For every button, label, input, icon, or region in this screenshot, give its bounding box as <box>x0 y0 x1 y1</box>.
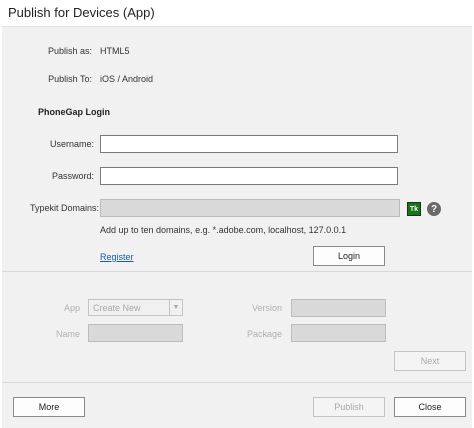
help-icon-text: ? <box>430 203 438 215</box>
name-input[interactable] <box>88 324 183 342</box>
next-button[interactable]: Next <box>394 351 466 371</box>
publish-button[interactable]: Publish <box>313 397 385 417</box>
title-bar: Publish for Devices (App) <box>0 0 474 26</box>
publish-as-label: Publish as: <box>47 46 92 56</box>
version-label: Version <box>251 303 282 313</box>
password-input[interactable] <box>100 167 398 185</box>
publish-to-label: Publish To: <box>48 74 92 84</box>
publish-to-value: iOS / Android <box>100 74 154 84</box>
typekit-hint-text: Add up to ten domains, e.g. *.adobe.com,… <box>100 225 347 235</box>
more-button[interactable]: More <box>13 397 85 417</box>
chevron-down-icon: ▼ <box>169 300 182 315</box>
username-label: Username: <box>49 139 94 149</box>
app-select-value: Create New <box>93 302 141 313</box>
typekit-icon-text: Tk <box>409 205 419 213</box>
login-button[interactable]: Login <box>313 246 385 266</box>
help-icon[interactable]: ? <box>427 202 441 216</box>
package-input[interactable] <box>291 324 386 342</box>
username-input[interactable] <box>100 135 398 153</box>
app-select[interactable]: Create New ▼ <box>88 299 183 316</box>
app-settings-panel: App Create New ▼ Name Version Package Ne… <box>2 271 472 382</box>
phonegap-login-heading: PhoneGap Login <box>38 107 110 117</box>
publish-as-value: HTML5 <box>100 46 130 56</box>
typekit-domains-label: Typekit Domains: <box>29 203 99 213</box>
password-label: Password: <box>51 171 94 181</box>
window-title: Publish for Devices (App) <box>8 5 155 20</box>
package-label: Package <box>246 329 282 339</box>
name-label: Name <box>55 329 80 339</box>
version-input[interactable] <box>291 299 386 317</box>
app-label: App <box>63 303 80 313</box>
register-link[interactable]: Register <box>100 252 134 262</box>
dialog-footer: More Publish Close <box>2 382 472 428</box>
typekit-icon[interactable]: Tk <box>407 202 421 216</box>
typekit-domains-input[interactable] <box>100 199 400 217</box>
publish-settings-panel: Publish as: HTML5 Publish To: iOS / Andr… <box>2 26 472 271</box>
close-button[interactable]: Close <box>394 397 466 417</box>
